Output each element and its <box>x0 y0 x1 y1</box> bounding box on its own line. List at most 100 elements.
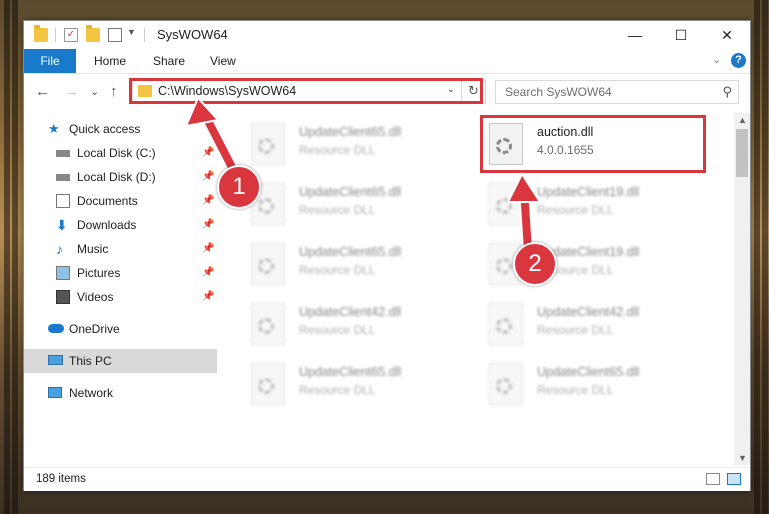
vertical-scrollbar[interactable]: ▲ ▼ <box>734 113 750 465</box>
file-name: UpdateClient19.dll <box>537 185 640 199</box>
sidebar-item-pictures[interactable]: Pictures 📌 <box>24 261 217 285</box>
pin-icon: 📌 <box>202 171 215 182</box>
navigation-pane: ★ Quick access Local Disk (C:) 📌 Local D… <box>24 113 217 465</box>
tab-home[interactable]: Home <box>94 49 126 73</box>
file-name: UpdateClient42.dll <box>299 305 402 319</box>
file-type: Resource DLL <box>299 323 376 337</box>
close-button[interactable]: ✕ <box>704 21 750 49</box>
sidebar-item-documents[interactable]: Documents 📌 <box>24 189 217 213</box>
list-item[interactable]: UpdateClient42.dll Resource DLL <box>225 299 445 349</box>
pin-icon: 📌 <box>202 195 215 206</box>
sidebar-item-local-disk-d[interactable]: Local Disk (D:) 📌 <box>24 165 217 189</box>
divider <box>55 28 56 42</box>
dll-file-icon <box>251 363 285 405</box>
drive-icon <box>56 174 70 181</box>
address-bar-highlight <box>129 78 483 104</box>
file-name: UpdateClient42.dll <box>537 305 640 319</box>
star-icon: ★ <box>48 121 60 136</box>
status-bar: 189 items <box>24 467 750 491</box>
sidebar-item-label: Pictures <box>77 266 121 280</box>
properties-icon[interactable]: ✓ <box>64 28 78 42</box>
sidebar-item-label: Documents <box>77 194 138 208</box>
pin-icon: 📌 <box>202 219 215 230</box>
title-bar: ✓ ▼ SysWOW64 — ☐ ✕ <box>24 21 750 49</box>
window-title: SysWOW64 <box>157 27 228 42</box>
folder-icon <box>34 25 48 42</box>
sidebar-item-music[interactable]: ♪ Music 📌 <box>24 237 217 261</box>
sidebar-item-downloads[interactable]: ⬇ Downloads 📌 <box>24 213 217 237</box>
pin-icon: 📌 <box>202 291 215 302</box>
large-icons-view-icon[interactable] <box>727 473 741 485</box>
step-2-badge: 2 <box>513 242 557 286</box>
drive-icon <box>56 150 70 157</box>
list-item[interactable]: UpdateClient65.dll Resource DLL <box>463 359 683 409</box>
minimize-button[interactable]: — <box>612 21 658 49</box>
file-type: Resource DLL <box>299 263 376 277</box>
step-1-badge: 1 <box>217 165 261 209</box>
help-icon[interactable]: ? <box>731 53 746 68</box>
file-type: Resource DLL <box>299 203 376 217</box>
toolbar-dropdown-icon[interactable]: ▼ <box>127 27 136 37</box>
expand-ribbon-icon[interactable]: ⌄ <box>712 53 721 66</box>
details-view-icon[interactable] <box>706 473 720 485</box>
sidebar-item-label: Videos <box>77 290 114 304</box>
dll-file-icon <box>489 303 523 345</box>
sidebar-item-quick-access[interactable]: ★ Quick access <box>24 117 217 141</box>
list-item[interactable]: UpdateClient19.dll Resource DLL <box>463 239 683 289</box>
list-item[interactable]: UpdateClient19.dll Resource DLL <box>463 179 683 229</box>
search-icon: ⚲ <box>722 84 732 99</box>
pictures-icon <box>56 266 70 280</box>
file-name: UpdateClient65.dll <box>299 125 402 139</box>
sidebar-item-label: Local Disk (D:) <box>77 170 156 184</box>
dll-file-icon <box>251 243 285 285</box>
file-type: Resource DLL <box>537 323 614 337</box>
customize-toolbar-icon[interactable] <box>108 28 122 42</box>
auction-dll-highlight <box>480 115 706 173</box>
sidebar-item-label: Local Disk (C:) <box>77 146 156 160</box>
tab-view[interactable]: View <box>210 49 236 73</box>
file-type: Resource DLL <box>299 383 376 397</box>
sidebar-item-network[interactable]: Network <box>24 381 217 405</box>
documents-icon <box>56 194 70 208</box>
pin-icon: 📌 <box>202 147 215 158</box>
new-folder-icon[interactable] <box>86 25 100 42</box>
music-icon: ♪ <box>56 241 63 257</box>
list-item[interactable]: UpdateClient65.dll Resource DLL <box>225 119 445 169</box>
recent-locations-button[interactable]: ⌄ <box>90 85 99 98</box>
file-type: Resource DLL <box>537 383 614 397</box>
videos-icon <box>56 290 70 304</box>
sidebar-item-label: Music <box>77 242 109 256</box>
scroll-thumb[interactable] <box>736 129 748 177</box>
sidebar-item-label: This PC <box>69 354 112 368</box>
back-button[interactable]: ← <box>35 83 50 100</box>
search-input[interactable]: Search SysWOW64 ⚲ <box>495 80 739 104</box>
list-item[interactable]: UpdateClient65.dll Resource DLL <box>225 239 445 289</box>
tab-share[interactable]: Share <box>153 49 185 73</box>
file-name: UpdateClient65.dll <box>299 365 402 379</box>
sidebar-item-onedrive[interactable]: OneDrive <box>24 317 217 341</box>
sidebar-item-this-pc[interactable]: This PC <box>24 349 217 373</box>
forward-button[interactable]: → <box>64 83 79 100</box>
pin-icon: 📌 <box>202 243 215 254</box>
maximize-button[interactable]: ☐ <box>658 21 704 49</box>
file-type: Resource DLL <box>299 143 376 157</box>
tab-file[interactable]: File <box>24 49 76 73</box>
scroll-up-icon[interactable]: ▲ <box>738 115 747 125</box>
file-name: UpdateClient65.dll <box>299 245 402 259</box>
sidebar-item-label: OneDrive <box>69 322 120 336</box>
ribbon: File Home Share View ⌄ ? <box>24 49 750 74</box>
file-name: UpdateClient65.dll <box>537 365 640 379</box>
up-button[interactable]: ↑ <box>110 83 118 100</box>
dll-file-icon <box>489 363 523 405</box>
dll-file-icon <box>489 183 523 225</box>
cloud-icon <box>48 324 64 333</box>
list-item[interactable]: UpdateClient65.dll Resource DLL <box>225 359 445 409</box>
sidebar-item-local-disk-c[interactable]: Local Disk (C:) 📌 <box>24 141 217 165</box>
dll-file-icon <box>251 123 285 165</box>
scroll-down-icon[interactable]: ▼ <box>738 453 747 463</box>
list-item[interactable]: UpdateClient42.dll Resource DLL <box>463 299 683 349</box>
sidebar-item-videos[interactable]: Videos 📌 <box>24 285 217 309</box>
item-count: 189 items <box>36 473 86 485</box>
file-name: UpdateClient65.dll <box>299 185 402 199</box>
sidebar-item-label: Quick access <box>69 122 141 136</box>
